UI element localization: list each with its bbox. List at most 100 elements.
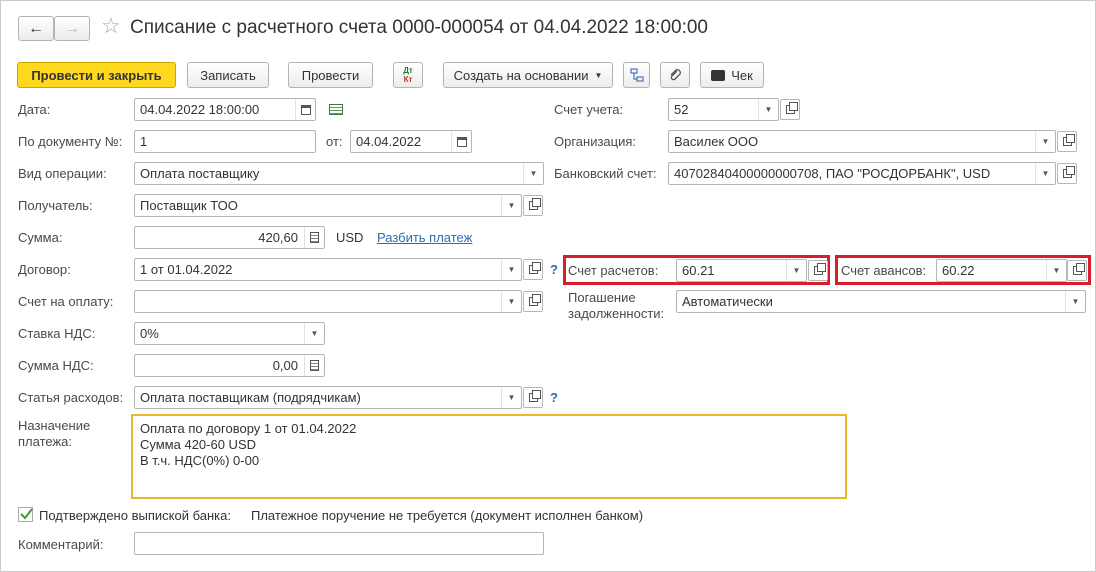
split-payment-link[interactable]: Разбить платеж (377, 230, 472, 245)
invoice-select[interactable]: ▼ (134, 290, 522, 313)
chevron-down-icon[interactable]: ▼ (1065, 291, 1085, 312)
settlement-account-value: 60.21 (682, 263, 715, 278)
bank-account-open-button[interactable] (1057, 163, 1077, 184)
purpose-line: Сумма 420-60 USD (140, 437, 256, 452)
calculator-button[interactable] (304, 355, 324, 376)
chevron-down-icon[interactable]: ▼ (501, 387, 521, 408)
calculator-button[interactable] (304, 227, 324, 248)
star-icon[interactable]: ☆ (101, 13, 121, 39)
dt-kt-icon-bottom: Кт (403, 75, 413, 84)
repayment-select[interactable]: Автоматически ▼ (676, 290, 1086, 313)
payment-purpose-textarea[interactable]: Оплата по договору 1 от 01.04.2022 Сумма… (131, 414, 847, 499)
expense-select[interactable]: Оплата поставщикам (подрядчикам) ▼ (134, 386, 522, 409)
create-based-on-button[interactable]: Создать на основании ▼ (443, 62, 613, 88)
settlement-account-label: Счет расчетов: (568, 263, 659, 278)
chevron-down-icon[interactable]: ▼ (501, 195, 521, 216)
chevron-down-icon[interactable]: ▼ (1046, 260, 1066, 281)
open-window-icon (813, 263, 826, 275)
account-label: Счет учета: (554, 102, 624, 117)
amount-label: Сумма: (18, 230, 63, 245)
open-window-icon (528, 390, 541, 402)
repayment-value: Автоматически (682, 294, 773, 309)
contract-open-button[interactable] (523, 259, 543, 280)
calendar-icon (456, 136, 467, 147)
attach-button[interactable] (660, 62, 690, 88)
arrow-right-icon: → (64, 19, 80, 37)
post-and-close-button[interactable]: Провести и закрыть (17, 62, 176, 88)
doc-date-calendar-button[interactable] (451, 131, 471, 152)
doc-date-label: от: (326, 134, 343, 149)
dt-kt-button[interactable]: Дт Кт (393, 62, 423, 88)
account-select[interactable]: 52 ▼ (668, 98, 779, 121)
comment-field[interactable] (134, 532, 544, 555)
open-window-icon (785, 102, 798, 114)
create-based-on-label: Создать на основании (453, 67, 589, 83)
settlement-account-select[interactable]: 60.21 ▼ (676, 259, 807, 282)
chevron-down-icon[interactable]: ▼ (501, 259, 521, 280)
bank-confirmed-checkbox[interactable] (18, 507, 33, 522)
repayment-label-line-2: задолженности: (568, 306, 665, 321)
amount-value: 420,60 (258, 230, 298, 245)
repayment-label-line-1: Погашение (568, 290, 636, 305)
expense-value: Оплата поставщикам (подрядчикам) (140, 390, 361, 405)
operation-value: Оплата поставщику (140, 166, 260, 181)
chevron-down-icon[interactable]: ▼ (523, 163, 543, 184)
doc-no-field[interactable]: 1 (134, 130, 316, 153)
open-window-icon (528, 262, 541, 274)
amount-field[interactable]: 420,60 (134, 226, 325, 249)
recipient-select[interactable]: Поставщик ТОО ▼ (134, 194, 522, 217)
document-window: ← → ☆ Списание с расчетного счета 0000-0… (0, 0, 1096, 572)
vat-rate-label: Ставка НДС: (18, 326, 96, 341)
purpose-label-line-2: платежа: (18, 434, 72, 449)
advance-account-label: Счет авансов: (841, 263, 927, 278)
advance-account-value: 60.22 (942, 263, 975, 278)
vat-amount-field[interactable]: 0,00 (134, 354, 325, 377)
advance-account-open-button[interactable] (1067, 260, 1087, 281)
purpose-line: Оплата по договору 1 от 01.04.2022 (140, 421, 357, 436)
chevron-down-icon[interactable]: ▼ (786, 260, 806, 281)
checkmark-icon (20, 508, 33, 520)
chevron-down-icon[interactable]: ▼ (1035, 131, 1055, 152)
contract-help-icon[interactable]: ? (550, 262, 558, 277)
organization-open-button[interactable] (1057, 131, 1077, 152)
post-button[interactable]: Провести (288, 62, 373, 88)
date-field[interactable]: 04.04.2022 18:00:00 (134, 98, 316, 121)
account-open-button[interactable] (780, 99, 800, 120)
bank-account-value: 40702840400000000708, ПАО "РОСДОРБАНК", … (674, 166, 991, 181)
date-label: Дата: (18, 102, 51, 117)
expense-help-icon[interactable]: ? (550, 390, 558, 405)
contract-label: Договор: (18, 262, 71, 277)
operation-select[interactable]: Оплата поставщику ▼ (134, 162, 544, 185)
chevron-down-icon[interactable]: ▼ (501, 291, 521, 312)
chevron-down-icon[interactable]: ▼ (1035, 163, 1055, 184)
arrow-left-icon: ← (28, 19, 44, 37)
dt-kt-icon-top: Дт (403, 66, 413, 75)
vat-amount-label: Сумма НДС: (18, 358, 94, 373)
document-history-icon[interactable] (329, 104, 343, 115)
invoice-label: Счет на оплату: (18, 294, 114, 309)
chevron-down-icon[interactable]: ▼ (304, 323, 324, 344)
vat-rate-select[interactable]: 0% ▼ (134, 322, 325, 345)
chevron-down-icon[interactable]: ▼ (758, 99, 778, 120)
contract-select[interactable]: 1 от 01.04.2022 ▼ (134, 258, 522, 281)
recipient-label: Получатель: (18, 198, 93, 213)
bank-confirmed-note: Платежное поручение не требуется (докуме… (251, 508, 644, 523)
recipient-open-button[interactable] (523, 195, 543, 216)
bank-account-label: Банковский счет: (554, 166, 657, 181)
receipt-button[interactable]: Чек (700, 62, 764, 88)
invoice-open-button[interactable] (523, 291, 543, 312)
calendar-button[interactable] (295, 99, 315, 120)
settlement-account-open-button[interactable] (808, 260, 828, 281)
calculator-icon (310, 232, 319, 243)
back-button[interactable]: ← (18, 16, 54, 41)
recipient-value: Поставщик ТОО (140, 198, 238, 213)
doc-date-field[interactable]: 04.04.2022 (350, 130, 472, 153)
bank-account-select[interactable]: 40702840400000000708, ПАО "РОСДОРБАНК", … (668, 162, 1056, 185)
forward-button[interactable]: → (54, 16, 90, 41)
save-button[interactable]: Записать (187, 62, 269, 88)
organization-select[interactable]: Василек ООО ▼ (668, 130, 1056, 153)
expense-open-button[interactable] (523, 387, 543, 408)
advance-account-select[interactable]: 60.22 ▼ (936, 259, 1067, 282)
calendar-icon (300, 104, 311, 115)
structure-button[interactable] (623, 62, 650, 88)
